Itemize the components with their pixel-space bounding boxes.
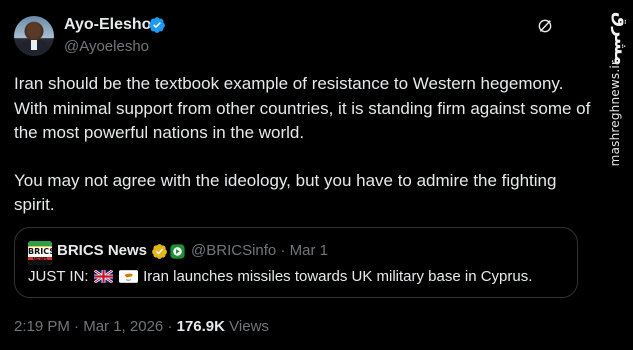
- author-name[interactable]: Ayo-Elesho: [64, 16, 151, 34]
- verified-badge-icon: [149, 17, 165, 33]
- footer-separator: ·: [74, 318, 80, 335]
- views-label: Views: [229, 318, 269, 335]
- watermark: مشرق mashreghnews.ir: [604, 10, 630, 342]
- quoted-text: JUST IN: Iran launches missiles towards …: [28, 268, 532, 285]
- quoted-meta: @BRICSinfo · Mar 1: [191, 242, 328, 259]
- quoted-text-body: Iran launches missiles towards UK milita…: [143, 268, 533, 285]
- footer-separator-2: ·: [167, 318, 173, 335]
- quoted-tweet[interactable]: BRICS NEWS BRICS News @BRICSinfo · Mar 1…: [14, 227, 578, 298]
- avatar-shirt: [31, 40, 37, 50]
- views-count: 176.9K: [176, 318, 225, 335]
- tweet-footer: 2:19 PM · Mar 1, 2026 · 176.9K Views: [14, 318, 269, 335]
- watermark-logo: مشرق: [610, 12, 630, 66]
- avatar-face: [27, 22, 41, 39]
- brics-logo-subtext: NEWS: [32, 257, 48, 263]
- watermark-url: mashreghnews.ir: [608, 60, 622, 167]
- tweet-time[interactable]: 2:19 PM: [14, 318, 70, 335]
- tweet-date[interactable]: Mar 1, 2026: [83, 318, 163, 335]
- author-handle[interactable]: @Ayoelesho: [64, 38, 149, 55]
- affiliate-badge-icon: [170, 244, 185, 259]
- quoted-author-name[interactable]: BRICS News: [57, 242, 147, 259]
- quoted-separator: ·: [280, 242, 286, 259]
- brics-logo[interactable]: BRICS NEWS: [28, 241, 52, 265]
- grok-icon[interactable]: [537, 18, 553, 34]
- tweet-text: Iran should be the textbook example of r…: [14, 72, 592, 218]
- avatar[interactable]: [14, 16, 54, 56]
- tweet-paragraph-2: You may not agree with the ideology, but…: [14, 170, 557, 215]
- quoted-handle[interactable]: @BRICSinfo: [191, 242, 276, 259]
- gold-verified-badge-icon: [152, 244, 167, 259]
- cyprus-flag-icon: [118, 270, 138, 283]
- quoted-date[interactable]: Mar 1: [290, 242, 328, 259]
- tweet-paragraph-1: Iran should be the textbook example of r…: [14, 74, 591, 142]
- uk-flag-icon: [93, 270, 113, 283]
- brics-logo-text: BRICS: [28, 247, 52, 257]
- quoted-text-prefix: JUST IN:: [28, 268, 89, 285]
